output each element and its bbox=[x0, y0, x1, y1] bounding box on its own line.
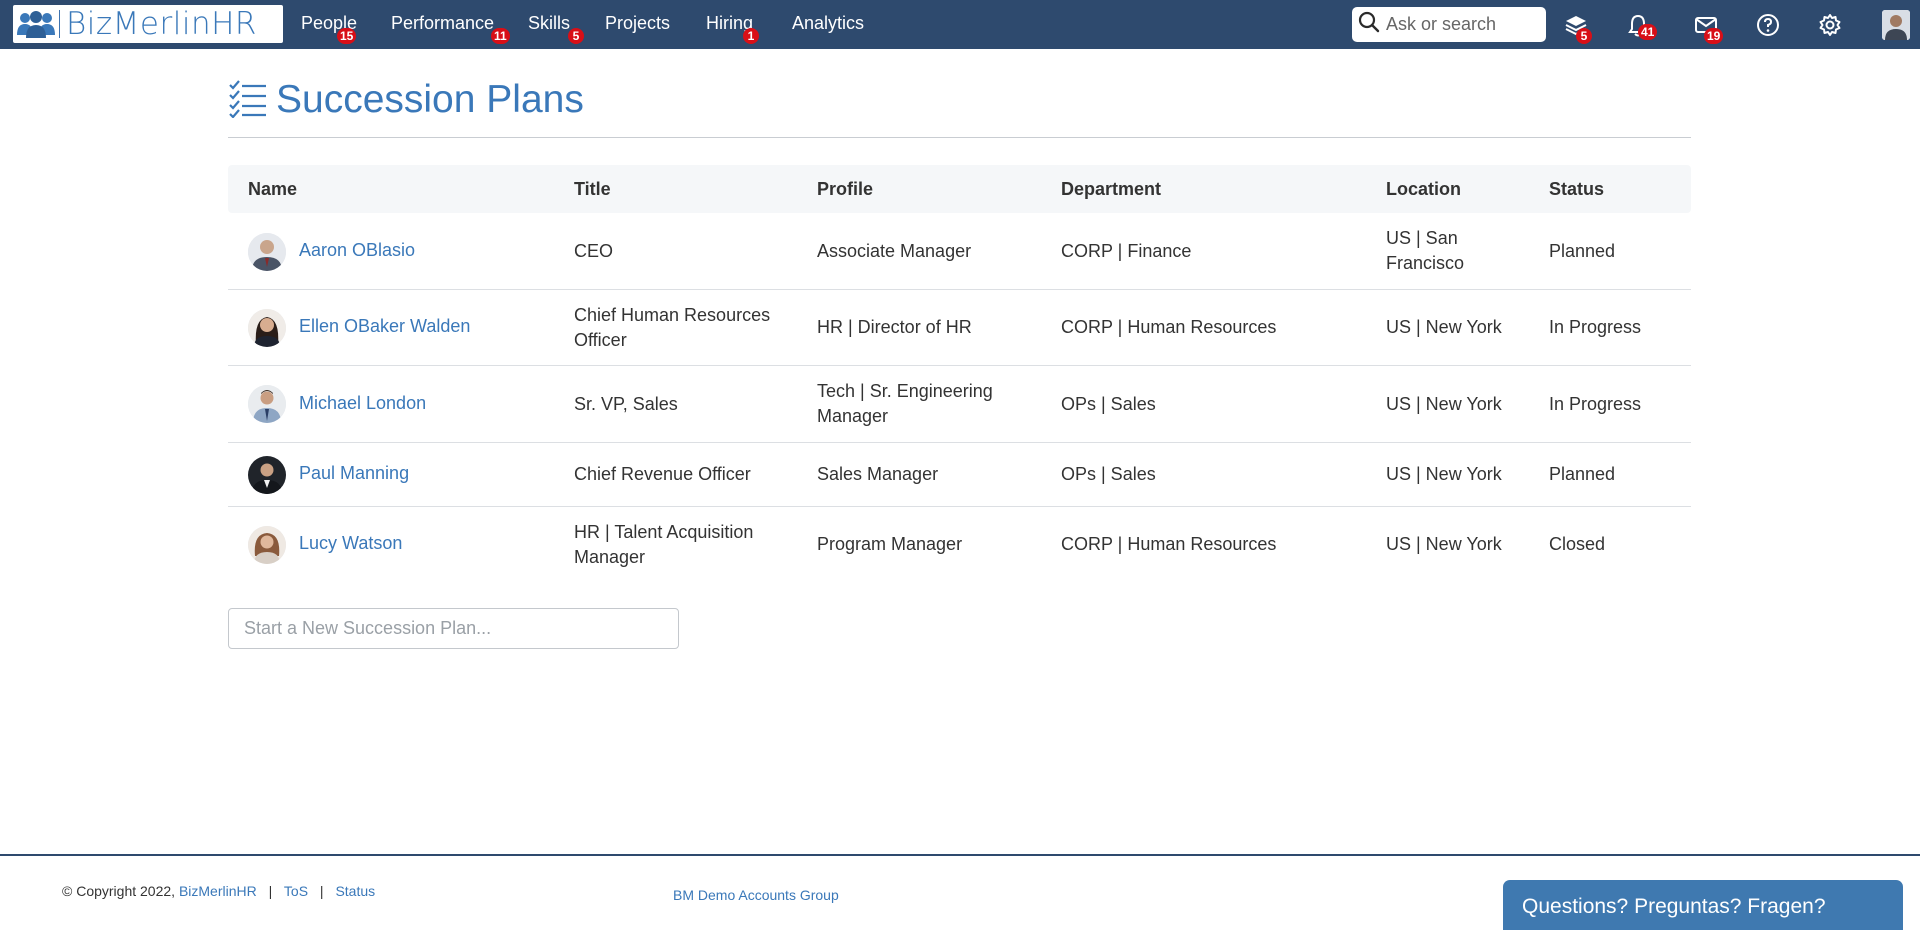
column-header-name[interactable]: Name bbox=[248, 165, 297, 213]
gear-icon[interactable] bbox=[1816, 11, 1844, 39]
avatar bbox=[248, 309, 286, 347]
help-chat-button[interactable]: Questions? Preguntas? Fragen? bbox=[1503, 880, 1903, 930]
column-header-department[interactable]: Department bbox=[1061, 165, 1161, 213]
nav-people-badge: 15 bbox=[337, 28, 357, 44]
search-input[interactable] bbox=[1386, 14, 1546, 35]
location-cell: US | New York bbox=[1386, 394, 1502, 414]
status-cell: Planned bbox=[1549, 464, 1616, 484]
footer-copyright: © Copyright 2022, BizMerlinHR | ToS | St… bbox=[62, 883, 375, 899]
checklist-icon bbox=[228, 78, 268, 123]
top-navbar: BizMerlinHR People 15 Performance 11 Ski… bbox=[0, 0, 1920, 49]
help-chat-label: Questions? Preguntas? Fragen? bbox=[1522, 895, 1826, 918]
logo-divider bbox=[59, 10, 60, 38]
nav-projects[interactable]: Projects bbox=[605, 0, 670, 49]
title-divider bbox=[228, 137, 1691, 138]
nav-skills-label: Skills bbox=[528, 13, 571, 33]
notifications-badge: 41 bbox=[1638, 24, 1658, 40]
user-avatar[interactable] bbox=[1882, 10, 1910, 40]
account-group-link[interactable]: BM Demo Accounts Group bbox=[673, 887, 839, 903]
tos-link[interactable]: ToS bbox=[284, 883, 308, 899]
brand-link[interactable]: BizMerlinHR bbox=[179, 883, 257, 899]
column-header-profile[interactable]: Profile bbox=[817, 165, 873, 213]
status-cell: In Progress bbox=[1549, 394, 1642, 414]
profile-cell: Tech | Sr. Engineering Manager bbox=[817, 381, 993, 426]
title-cell: CEO bbox=[574, 241, 614, 261]
location-cell: US | San Francisco bbox=[1386, 228, 1465, 273]
table-row[interactable]: Michael London Sr. VP, Sales Tech | Sr. … bbox=[228, 366, 1691, 443]
column-header-status[interactable]: Status bbox=[1549, 165, 1604, 213]
status-cell: Closed bbox=[1549, 534, 1606, 554]
logo[interactable]: BizMerlinHR bbox=[13, 5, 283, 43]
help-icon[interactable] bbox=[1754, 11, 1782, 39]
title-cell: HR | Talent Acquisition Manager bbox=[574, 522, 754, 567]
search-icon bbox=[1358, 11, 1380, 38]
nav-skills[interactable]: Skills bbox=[528, 0, 570, 49]
copyright-text: © Copyright 2022, bbox=[62, 883, 176, 899]
department-cell: CORP | Human Resources bbox=[1061, 317, 1277, 337]
table-row[interactable]: Ellen OBaker Walden Chief Human Resource… bbox=[228, 290, 1691, 366]
profile-cell: Associate Manager bbox=[817, 241, 972, 261]
avatar bbox=[248, 385, 286, 423]
employee-name-link[interactable]: Michael London bbox=[299, 391, 426, 416]
table-row[interactable]: Aaron OBlasio CEO Associate Manager CORP… bbox=[228, 213, 1691, 290]
profile-cell: Sales Manager bbox=[817, 464, 939, 484]
logo-text: BizMerlinHR bbox=[66, 6, 257, 42]
employee-name-link[interactable]: Paul Manning bbox=[299, 461, 409, 486]
footer-separator: | bbox=[319, 883, 324, 899]
page-title: Succession Plans bbox=[276, 78, 584, 121]
status-cell: Planned bbox=[1549, 241, 1616, 261]
table-header: Name Title Profile Department Location S… bbox=[228, 165, 1691, 213]
location-cell: US | New York bbox=[1386, 317, 1502, 337]
nav-performance-label: Performance bbox=[391, 13, 495, 33]
table-row[interactable]: Lucy Watson HR | Talent Acquisition Mana… bbox=[228, 507, 1691, 583]
profile-cell: HR | Director of HR bbox=[817, 317, 972, 337]
people-group-icon bbox=[13, 5, 59, 43]
location-cell: US | New York bbox=[1386, 464, 1502, 484]
employee-name-link[interactable]: Lucy Watson bbox=[299, 531, 402, 556]
status-cell: In Progress bbox=[1549, 317, 1642, 337]
department-cell: OPs | Sales bbox=[1061, 394, 1156, 414]
footer-divider bbox=[0, 854, 1920, 856]
new-succession-plan-input[interactable] bbox=[228, 608, 679, 649]
page-header: Succession Plans bbox=[228, 76, 584, 124]
nav-projects-label: Projects bbox=[605, 13, 671, 33]
mail-badge: 19 bbox=[1704, 28, 1724, 44]
search-box[interactable] bbox=[1352, 7, 1546, 42]
layers-badge: 5 bbox=[1576, 28, 1592, 44]
department-cell: CORP | Human Resources bbox=[1061, 534, 1277, 554]
column-header-location[interactable]: Location bbox=[1386, 165, 1461, 213]
status-link[interactable]: Status bbox=[335, 883, 375, 899]
title-cell: Chief Revenue Officer bbox=[574, 464, 751, 484]
nav-performance[interactable]: Performance bbox=[391, 0, 494, 49]
nav-performance-badge: 11 bbox=[491, 28, 510, 44]
nav-analytics-label: Analytics bbox=[792, 13, 865, 33]
avatar bbox=[248, 456, 286, 494]
department-cell: CORP | Finance bbox=[1061, 241, 1192, 261]
table-row[interactable]: Paul Manning Chief Revenue Officer Sales… bbox=[228, 443, 1691, 507]
department-cell: OPs | Sales bbox=[1061, 464, 1156, 484]
column-header-title[interactable]: Title bbox=[574, 165, 611, 213]
avatar bbox=[248, 526, 286, 564]
nav-skills-badge: 5 bbox=[568, 28, 584, 44]
nav-hiring-badge: 1 bbox=[743, 28, 759, 44]
employee-name-link[interactable]: Aaron OBlasio bbox=[299, 238, 415, 263]
employee-name-link[interactable]: Ellen OBaker Walden bbox=[299, 314, 470, 339]
avatar bbox=[248, 233, 286, 271]
title-cell: Chief Human Resources Officer bbox=[574, 305, 771, 350]
profile-cell: Program Manager bbox=[817, 534, 963, 554]
nav-analytics[interactable]: Analytics bbox=[792, 0, 864, 49]
location-cell: US | New York bbox=[1386, 534, 1502, 554]
title-cell: Sr. VP, Sales bbox=[574, 394, 678, 414]
footer-separator: | bbox=[268, 883, 273, 899]
